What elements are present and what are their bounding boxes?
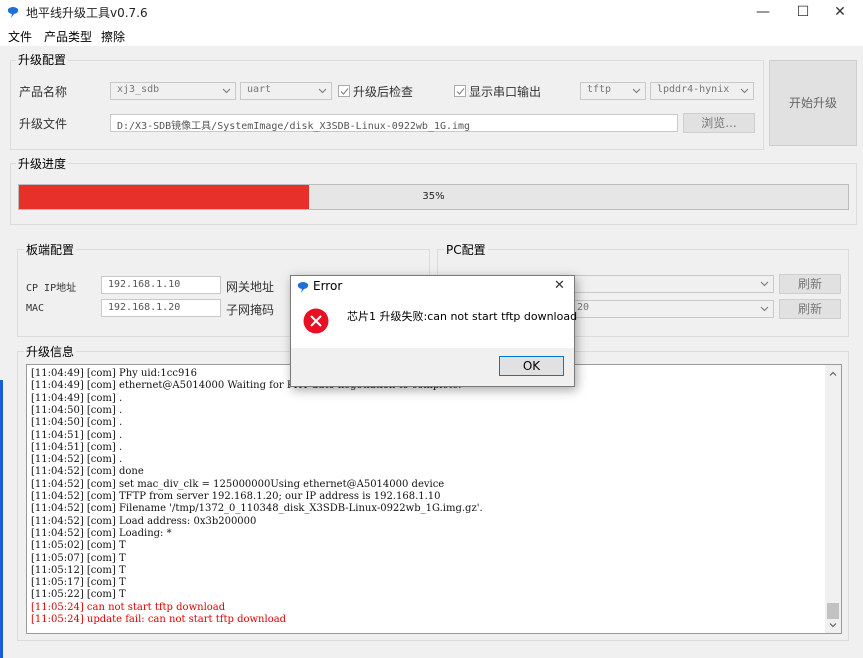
log-line: [11:04:51] [com] .: [31, 441, 123, 453]
serial-output-checkbox[interactable]: [454, 85, 466, 97]
log-line: [11:05:22] [com] T: [31, 589, 126, 601]
close-button[interactable]: ✕: [817, 0, 863, 24]
product-name-value: xj3_sdb: [117, 84, 160, 95]
chevron-up-icon[interactable]: [829, 370, 837, 378]
error-icon: [303, 308, 329, 334]
scrollbar-thumb[interactable]: [827, 603, 839, 619]
checkmark-icon: [340, 88, 349, 95]
cp-ip-input[interactable]: 192.168.1.10: [101, 276, 221, 294]
title-bar: 地平线升级工具v0.7.6 — ☐ ✕: [0, 0, 863, 24]
pc-ip-value: 20: [577, 302, 590, 313]
file-path-value: D:/X3-SDB镜像工具/SystemImage/disk_X3SDB-Lin…: [117, 121, 471, 132]
chevron-down-icon: [760, 306, 769, 312]
log-line: [11:04:52] [com] Filename '/tmp/1372_0_1…: [31, 503, 483, 515]
log-title: 升级信息: [24, 343, 77, 360]
netmask-label: 子网掩码: [226, 303, 275, 317]
window-title: 地平线升级工具v0.7.6: [26, 6, 148, 20]
file-label: 升级文件: [19, 117, 68, 131]
dialog-title: Error: [313, 279, 343, 293]
log-line: [11:04:52] [com] done: [31, 466, 144, 478]
log-line: [11:04:49] [com] Phy uid:1cc916: [31, 368, 198, 379]
chevron-down-icon[interactable]: [829, 621, 837, 629]
log-line: [11:04:51] [com] .: [31, 429, 123, 441]
log-line: [11:05:24] can not start tftp download: [31, 601, 226, 613]
log-line: [11:04:50] [com] .: [31, 404, 123, 416]
upgrade-config-title: 升级配置: [16, 51, 69, 68]
checkmark-icon: [456, 88, 465, 95]
serial-output-label: 显示串口输出: [469, 85, 542, 99]
product-name-label: 产品名称: [19, 85, 68, 99]
log-line: [11:04:52] [com] set mac_div_clk = 12500…: [31, 478, 445, 490]
file-path-input[interactable]: D:/X3-SDB镜像工具/SystemImage/disk_X3SDB-Lin…: [110, 114, 678, 132]
dialog-message: 芯片1 升级失败:can not start tftp download: [347, 310, 578, 323]
interface-select[interactable]: uart: [240, 82, 332, 100]
menu-bar: 文件 产品类型 擦除: [0, 24, 863, 46]
dialog-footer: OK: [291, 348, 574, 386]
cp-ip-value: 192.168.1.10: [108, 279, 181, 290]
log-textarea[interactable]: [11:04:49] [com] Phy uid:1cc916 [11:04:49…: [26, 364, 842, 634]
error-dialog: Error ✕ 芯片1 升级失败:can not start tftp down…: [290, 275, 578, 387]
menu-product-type[interactable]: 产品类型: [44, 28, 92, 45]
log-line: [11:05:07] [com] T: [31, 552, 126, 564]
ok-button[interactable]: OK: [499, 356, 564, 376]
mac-input[interactable]: 192.168.1.20: [101, 299, 221, 317]
protocol-select[interactable]: tftp: [580, 82, 646, 100]
desktop-edge: [0, 380, 3, 658]
refresh-button-2[interactable]: 刷新: [779, 299, 841, 319]
upgrade-config-group: [10, 60, 764, 150]
log-scrollbar[interactable]: [825, 365, 841, 633]
progress-text: 35%: [422, 191, 445, 202]
log-line: [11:04:52] [com] Loading: *: [31, 527, 172, 539]
chevron-down-icon: [760, 281, 769, 287]
browse-button[interactable]: 浏览...: [683, 113, 755, 133]
log-line: [11:05:17] [com] T: [31, 577, 126, 589]
start-upgrade-button[interactable]: 开始升级: [769, 60, 857, 146]
pc-interface-select[interactable]: [570, 275, 774, 293]
log-line: [11:04:50] [com] .: [31, 417, 123, 429]
log-line: [11:04:52] [com] TFTP from server 192.16…: [31, 491, 441, 502]
log-line: [11:04:52] [com] .: [31, 454, 123, 466]
pc-config-title: PC配置: [444, 241, 488, 258]
memory-value: lpddr4-hynix: [657, 84, 730, 95]
gateway-label: 网关地址: [226, 280, 275, 294]
mac-label: MAC: [26, 303, 45, 314]
log-line: [11:05:24] update fail: can not start tf…: [31, 614, 287, 625]
log-line: [11:05:12] [com] T: [31, 564, 126, 576]
product-name-select[interactable]: xj3_sdb: [110, 82, 236, 100]
chevron-down-icon: [222, 88, 231, 94]
menu-file[interactable]: 文件: [8, 28, 32, 45]
interface-value: uart: [247, 84, 272, 95]
dialog-close-button[interactable]: ✕: [554, 278, 565, 293]
chevron-down-icon: [740, 88, 749, 94]
log-line: [11:05:02] [com] T: [31, 540, 126, 552]
progress-bar: 35%: [18, 184, 849, 210]
log-line: [11:04:49] [com] .: [31, 392, 123, 404]
app-logo-icon: [7, 7, 19, 18]
pc-ip-select[interactable]: 20: [570, 300, 774, 318]
refresh-button-1[interactable]: 刷新: [779, 274, 841, 294]
verify-label: 升级后检查: [353, 85, 414, 99]
menu-erase[interactable]: 擦除: [101, 28, 125, 45]
protocol-value: tftp: [587, 84, 612, 95]
progress-title: 升级进度: [16, 155, 69, 172]
verify-checkbox[interactable]: [338, 85, 350, 97]
memory-select[interactable]: lpddr4-hynix: [650, 82, 754, 100]
mac-value: 192.168.1.20: [108, 302, 181, 313]
chevron-down-icon: [318, 88, 327, 94]
cp-ip-label: CP IP地址: [26, 283, 77, 294]
app-logo-icon: [297, 282, 309, 293]
log-line: [11:04:52] [com] Load address: 0x3b20000…: [31, 515, 257, 527]
chevron-down-icon: [632, 88, 641, 94]
board-config-title: 板端配置: [24, 241, 77, 258]
